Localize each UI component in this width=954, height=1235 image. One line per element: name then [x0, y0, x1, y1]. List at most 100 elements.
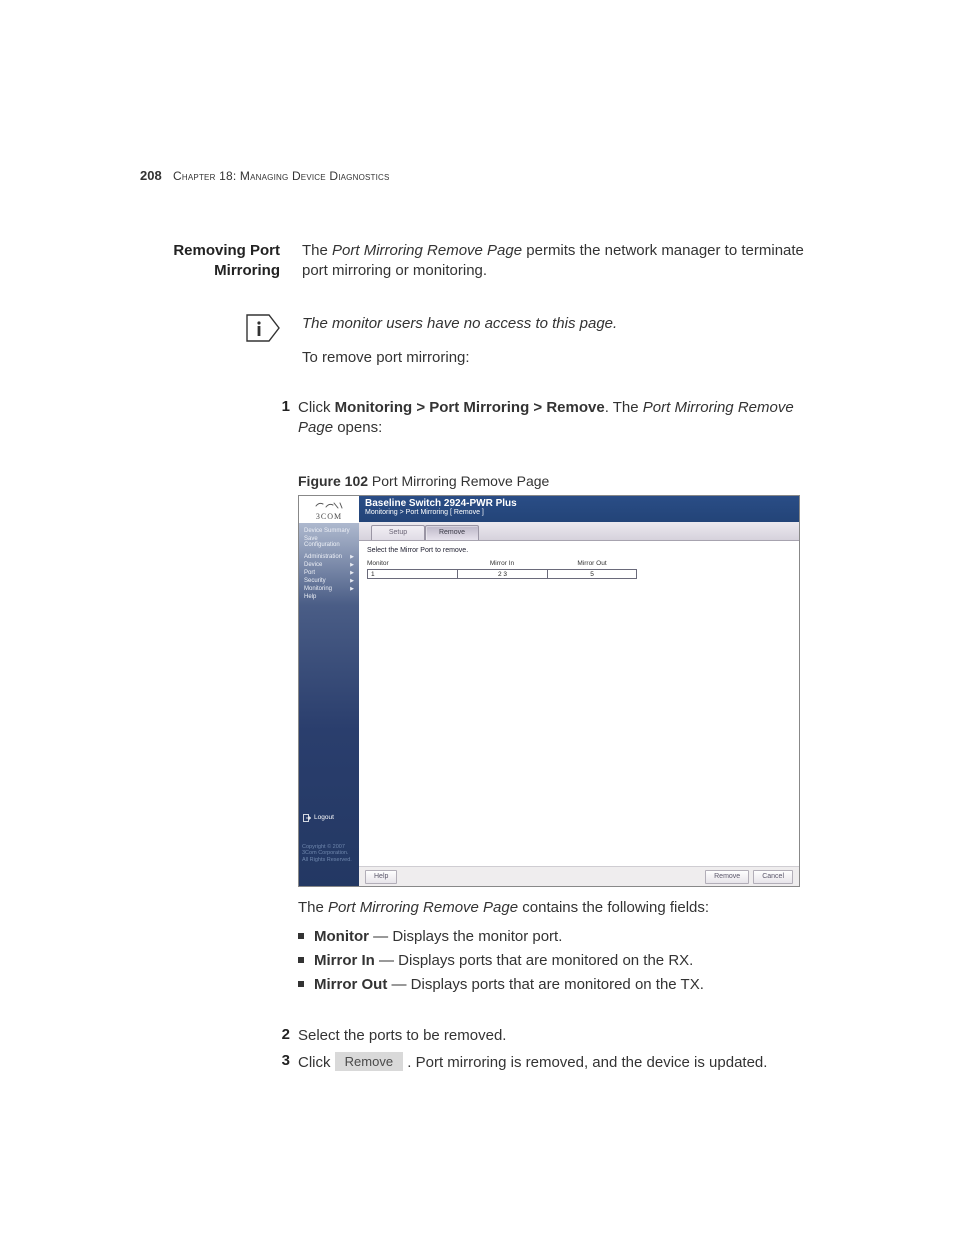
logo-3com: 3COM — [299, 496, 359, 523]
label: Help — [304, 594, 316, 600]
heading-line1: Removing Port — [173, 242, 280, 259]
bullet-icon — [298, 933, 304, 939]
label: Save Configuration — [304, 536, 354, 548]
instruction-text: Select the Mirror Port to remove. — [367, 547, 791, 554]
text: . The — [605, 399, 643, 416]
bullet-icon — [298, 957, 304, 963]
field-desc: — Displays the monitor port. — [369, 928, 562, 945]
field-desc: — Displays ports that are monitored on t… — [375, 952, 693, 969]
intro-paragraph: The Port Mirroring Remove Page permits t… — [302, 241, 820, 282]
step-number-2: 2 — [280, 1026, 298, 1046]
tab-setup[interactable]: Setup — [371, 525, 425, 540]
cell-mirror-out: 5 — [547, 569, 637, 579]
table-header: Monitor Mirror In Mirror Out — [367, 560, 791, 567]
col-monitor: Monitor — [367, 560, 457, 567]
copyright-text: Copyright © 2007 3Com Corporation. All R… — [302, 844, 356, 864]
nav-security[interactable]: Security ▶ — [302, 577, 356, 585]
step-2-text: Select the ports to be removed. — [298, 1026, 820, 1046]
col-mirror-in: Mirror In — [457, 560, 547, 567]
label: Administration — [304, 554, 342, 560]
chevron-right-icon: ▶ — [350, 554, 354, 560]
to-remove-text: To remove port mirroring: — [302, 348, 820, 368]
step-number-1: 1 — [280, 398, 298, 439]
page-name-ital: Port Mirroring Remove Page — [328, 899, 518, 916]
cell-monitor: 1 — [367, 569, 457, 579]
field-label: Mirror In — [314, 952, 375, 969]
remove-button-inline: Remove — [335, 1052, 403, 1072]
figure-caption: Figure 102 Port Mirroring Remove Page — [298, 473, 820, 489]
help-button[interactable]: Help — [365, 870, 397, 884]
col-mirror-out: Mirror Out — [547, 560, 637, 567]
page-body: 208 Chapter 18: Managing Device Diagnost… — [140, 168, 820, 1073]
note-text: The monitor users have no access to this… — [302, 314, 820, 334]
chapter-title: Managing Device Diagnostics — [240, 169, 390, 183]
nav-device[interactable]: Device ▶ — [302, 561, 356, 569]
remove-button[interactable]: Remove — [705, 870, 749, 884]
step-number-3: 3 — [280, 1052, 298, 1073]
fig-footer: Help Remove Cancel — [359, 866, 799, 887]
chevron-right-icon: ▶ — [350, 578, 354, 584]
nav-save-config[interactable]: Save Configuration — [302, 535, 356, 549]
text: Copyright © 2007 — [302, 844, 345, 850]
fig-main: Baseline Switch 2924-PWR Plus Monitoring… — [359, 496, 799, 886]
bullet-icon — [298, 981, 304, 987]
step-3-text: Click Remove . Port mirroring is removed… — [298, 1052, 820, 1073]
nav-administration[interactable]: Administration ▶ — [302, 553, 356, 561]
figure-title: Port Mirroring Remove Page — [368, 473, 549, 489]
field-label: Mirror Out — [314, 976, 387, 993]
text: Click — [298, 1054, 335, 1071]
nav-device-summary[interactable]: Device Summary — [302, 527, 356, 535]
fig-titlebar: Baseline Switch 2924-PWR Plus Monitoring… — [359, 496, 799, 522]
tab-remove[interactable]: Remove — [425, 525, 479, 540]
nav-port[interactable]: Port ▶ — [302, 569, 356, 577]
chevron-right-icon: ▶ — [350, 586, 354, 592]
nav-help[interactable]: Help — [302, 593, 356, 601]
text: contains the following fields: — [518, 899, 709, 916]
step-1-text: Click Monitoring > Port Mirroring > Remo… — [298, 398, 820, 439]
text: . Port mirroring is removed, and the dev… — [407, 1054, 767, 1071]
info-icon — [246, 314, 280, 342]
tab-bar: Setup Remove — [359, 522, 799, 541]
chevron-right-icon: ▶ — [350, 570, 354, 576]
section-heading: Removing Port Mirroring — [140, 241, 280, 296]
logout-button[interactable]: Logout — [303, 814, 334, 822]
fig-content: Select the Mirror Port to remove. Monito… — [359, 541, 799, 887]
table-row[interactable]: 1 2 3 5 — [367, 569, 791, 579]
text: The — [298, 899, 328, 916]
label: Device — [304, 562, 322, 568]
text: opens: — [333, 419, 382, 436]
label: Monitoring — [304, 586, 332, 592]
list-item: Mirror Out — Displays ports that are mon… — [298, 974, 820, 996]
label: Device Summary — [304, 528, 350, 534]
text: The — [302, 242, 332, 259]
chapter-label: Chapter 18: — [173, 169, 240, 183]
cancel-button[interactable]: Cancel — [753, 870, 793, 884]
field-list: Monitor — Displays the monitor port. Mir… — [298, 926, 820, 995]
label: Security — [304, 578, 326, 584]
running-header: 208 Chapter 18: Managing Device Diagnost… — [140, 168, 820, 183]
nav-monitoring[interactable]: Monitoring ▶ — [302, 585, 356, 593]
field-label: Monitor — [314, 928, 369, 945]
text: 3Com Corporation. — [302, 850, 348, 856]
logout-icon — [303, 814, 311, 822]
menu-path: Monitoring > Port Mirroring > Remove — [335, 399, 605, 416]
contains-fields-text: The Port Mirroring Remove Page contains … — [298, 897, 820, 919]
field-desc: — Displays ports that are monitored on t… — [387, 976, 704, 993]
label: Port — [304, 570, 315, 576]
device-title: Baseline Switch 2924-PWR Plus — [365, 498, 793, 509]
figure-screenshot: 3COM Device Summary Save Configuration A… — [298, 495, 800, 887]
list-item: Monitor — Displays the monitor port. — [298, 926, 820, 948]
fig-sidebar: 3COM Device Summary Save Configuration A… — [299, 496, 359, 886]
logout-label: Logout — [314, 814, 334, 821]
page-number: 208 — [140, 168, 162, 183]
text: All Rights Reserved. — [302, 857, 352, 863]
logo-text: 3COM — [316, 512, 342, 521]
figure-label: Figure 102 — [298, 473, 368, 489]
text: Click — [298, 399, 335, 416]
list-item: Mirror In — Displays ports that are moni… — [298, 950, 820, 972]
breadcrumb: Monitoring > Port Mirroring [ Remove ] — [365, 509, 793, 516]
page-name: Port Mirroring Remove Page — [332, 242, 522, 259]
heading-line2: Mirroring — [214, 262, 280, 279]
cell-mirror-in: 2 3 — [457, 569, 547, 579]
chevron-right-icon: ▶ — [350, 562, 354, 568]
